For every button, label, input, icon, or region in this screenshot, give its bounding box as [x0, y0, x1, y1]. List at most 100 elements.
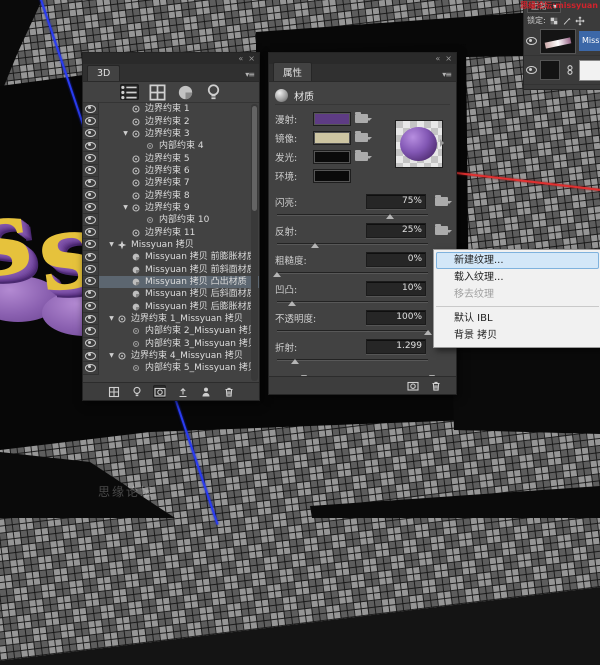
close-icon[interactable]: ×	[248, 54, 255, 63]
tree-row[interactable]: 边界约束 8	[83, 189, 259, 202]
close-icon[interactable]: ×	[445, 54, 452, 63]
visibility-eye-cell[interactable]	[83, 164, 99, 178]
tree-row[interactable]: 内部约束 2_Missyuan 拷贝	[83, 325, 259, 338]
slider-thumb[interactable]	[288, 297, 297, 306]
tree-row[interactable]: ▼ 边界约束 1_Missyuan 拷贝	[83, 312, 259, 326]
light-bulb-icon[interactable]	[130, 385, 143, 398]
tree-row-content[interactable]: Missyuan 拷贝 后斜面材质	[99, 288, 259, 300]
visibility-eye-cell[interactable]	[83, 226, 99, 239]
visibility-eye-icon[interactable]	[85, 326, 96, 335]
tree-row[interactable]: Missyuan 拷贝 前斜面材质	[83, 263, 259, 276]
slider-thumb[interactable]	[273, 268, 281, 277]
slider-value-input[interactable]: 25%	[366, 223, 426, 238]
disclosure-triangle-icon[interactable]: ▼	[121, 202, 130, 214]
color-swatch[interactable]	[313, 130, 351, 145]
visibility-eye-cell[interactable]	[83, 325, 99, 338]
tree-row[interactable]: 边界约束 2	[83, 115, 259, 128]
visibility-eye-icon[interactable]	[85, 104, 96, 113]
texture-folder-icon[interactable]	[355, 150, 372, 161]
visibility-eye-cell[interactable]	[83, 127, 99, 141]
slider-value-input[interactable]: 0%	[366, 252, 426, 267]
tree-row[interactable]: Missyuan 拷贝 后斜面材质	[83, 288, 259, 301]
tree-row[interactable]: Missyuan 拷贝 前膨胀材质	[83, 251, 259, 264]
tree-row-content[interactable]: Missyuan 拷贝 前斜面材质	[99, 263, 259, 275]
visibility-eye-icon[interactable]	[85, 351, 96, 360]
layer-row-3d[interactable]: Missyuan	[524, 27, 600, 56]
filter-lights-filter-icon[interactable]	[204, 83, 223, 100]
visibility-eye-icon[interactable]	[85, 277, 96, 286]
visibility-eye-cell[interactable]	[83, 288, 99, 301]
mesh-grid-icon[interactable]	[107, 385, 120, 398]
material-preview-ball[interactable]	[395, 120, 444, 168]
visibility-eye-icon[interactable]	[85, 240, 96, 249]
tree-row[interactable]: ▼ 边界约束 4_Missyuan 拷贝	[83, 349, 259, 363]
filter-scene-filter-icon[interactable]	[119, 84, 139, 100]
slider-track[interactable]	[273, 272, 428, 277]
tree-row-content[interactable]: ▼ Missyuan 拷贝	[99, 239, 259, 251]
tree-row-content[interactable]: 内部约束 10	[99, 214, 259, 226]
visibility-eye-cell[interactable]	[83, 300, 99, 313]
visibility-eye-icon[interactable]	[85, 141, 96, 150]
menu-item[interactable]: 载入纹理...	[436, 269, 599, 286]
color-swatch[interactable]	[313, 149, 351, 164]
slider-thumb[interactable]	[424, 326, 432, 335]
slider-value-input[interactable]: 1.299	[366, 339, 426, 354]
camera-box-icon[interactable]	[406, 379, 419, 392]
visibility-eye-icon[interactable]	[526, 66, 537, 74]
layer-mask-thumbnail[interactable]	[579, 59, 600, 81]
menu-item[interactable]: 新建纹理...	[436, 252, 599, 269]
tree-row-content[interactable]: Missyuan 拷贝 前膨胀材质	[99, 251, 259, 263]
visibility-eye-cell[interactable]	[83, 251, 99, 264]
visibility-eye-icon[interactable]	[85, 191, 96, 200]
slider-value-input[interactable]: 10%	[366, 281, 426, 296]
disclosure-triangle-icon[interactable]: ▼	[107, 239, 116, 251]
tab-properties[interactable]: 属性	[273, 62, 313, 81]
slider-value-input[interactable]: 100%	[366, 310, 426, 325]
visibility-eye-icon[interactable]	[85, 215, 96, 224]
visibility-eye-cell[interactable]	[83, 201, 99, 215]
export-up-icon[interactable]	[176, 385, 189, 398]
disclosure-triangle-icon[interactable]: ▼	[107, 313, 116, 325]
tree-scrollbar[interactable]	[251, 104, 258, 381]
tree-row-content[interactable]: 内部约束 2_Missyuan 拷贝	[99, 325, 259, 337]
tree-row-content[interactable]: 边界约束 5	[99, 152, 259, 164]
tree-row[interactable]: Missyuan 拷贝 凸出材质	[83, 275, 259, 289]
visibility-eye-cell[interactable]	[83, 312, 99, 326]
visibility-eye-icon[interactable]	[526, 37, 537, 45]
slider-thumb[interactable]	[291, 355, 300, 364]
tree-row[interactable]: 边界约束 11	[83, 226, 259, 239]
tree-row[interactable]: Missyuan 拷贝 后膨胀材质	[83, 300, 259, 313]
tree-row[interactable]: ▼ 边界约束 9	[83, 201, 259, 215]
visibility-eye-cell[interactable]	[83, 337, 99, 350]
tree-row-content[interactable]: Missyuan 拷贝 后膨胀材质	[99, 301, 259, 313]
collapse-icon[interactable]: «	[238, 54, 243, 63]
slider-track[interactable]	[277, 301, 428, 306]
visibility-eye-icon[interactable]	[85, 129, 96, 138]
visibility-eye-cell[interactable]	[83, 275, 99, 289]
visibility-eye-cell[interactable]	[83, 263, 99, 276]
filter-materials-filter-icon[interactable]	[176, 84, 195, 100]
visibility-eye-icon[interactable]	[85, 228, 96, 237]
tree-row-content[interactable]: 内部约束 4	[99, 140, 259, 152]
tree-row[interactable]: 边界约束 7	[83, 177, 259, 190]
tree-row-content[interactable]: 边界约束 1	[99, 103, 259, 115]
tree-row-content[interactable]: ▼ 边界约束 9	[99, 202, 259, 214]
slider-track[interactable]	[277, 359, 428, 364]
visibility-eye-icon[interactable]	[85, 289, 96, 298]
slider-value-input[interactable]: 75%	[366, 194, 426, 209]
tree-row-content[interactable]: 边界约束 7	[99, 177, 259, 189]
visibility-eye-cell[interactable]	[83, 189, 99, 202]
slider-track[interactable]	[277, 243, 428, 248]
slider-track[interactable]	[277, 330, 432, 335]
panel-menu-icon[interactable]: ▾≡	[437, 70, 456, 81]
texture-folder-icon[interactable]	[434, 195, 452, 206]
layer-thumbnail[interactable]	[540, 60, 560, 80]
visibility-eye-icon[interactable]	[85, 314, 96, 323]
visibility-eye-cell[interactable]	[83, 140, 99, 153]
tree-row[interactable]: 内部约束 5_Missyuan 拷贝	[83, 362, 259, 375]
tree-row[interactable]: 内部约束 4	[83, 140, 259, 153]
menu-item[interactable]: 默认 IBL	[436, 310, 599, 327]
tree-row[interactable]: ▼ Missyuan 拷贝	[83, 238, 259, 252]
disclosure-triangle-icon[interactable]: ▼	[107, 350, 116, 362]
tree-row-content[interactable]: 边界约束 6	[99, 165, 259, 177]
